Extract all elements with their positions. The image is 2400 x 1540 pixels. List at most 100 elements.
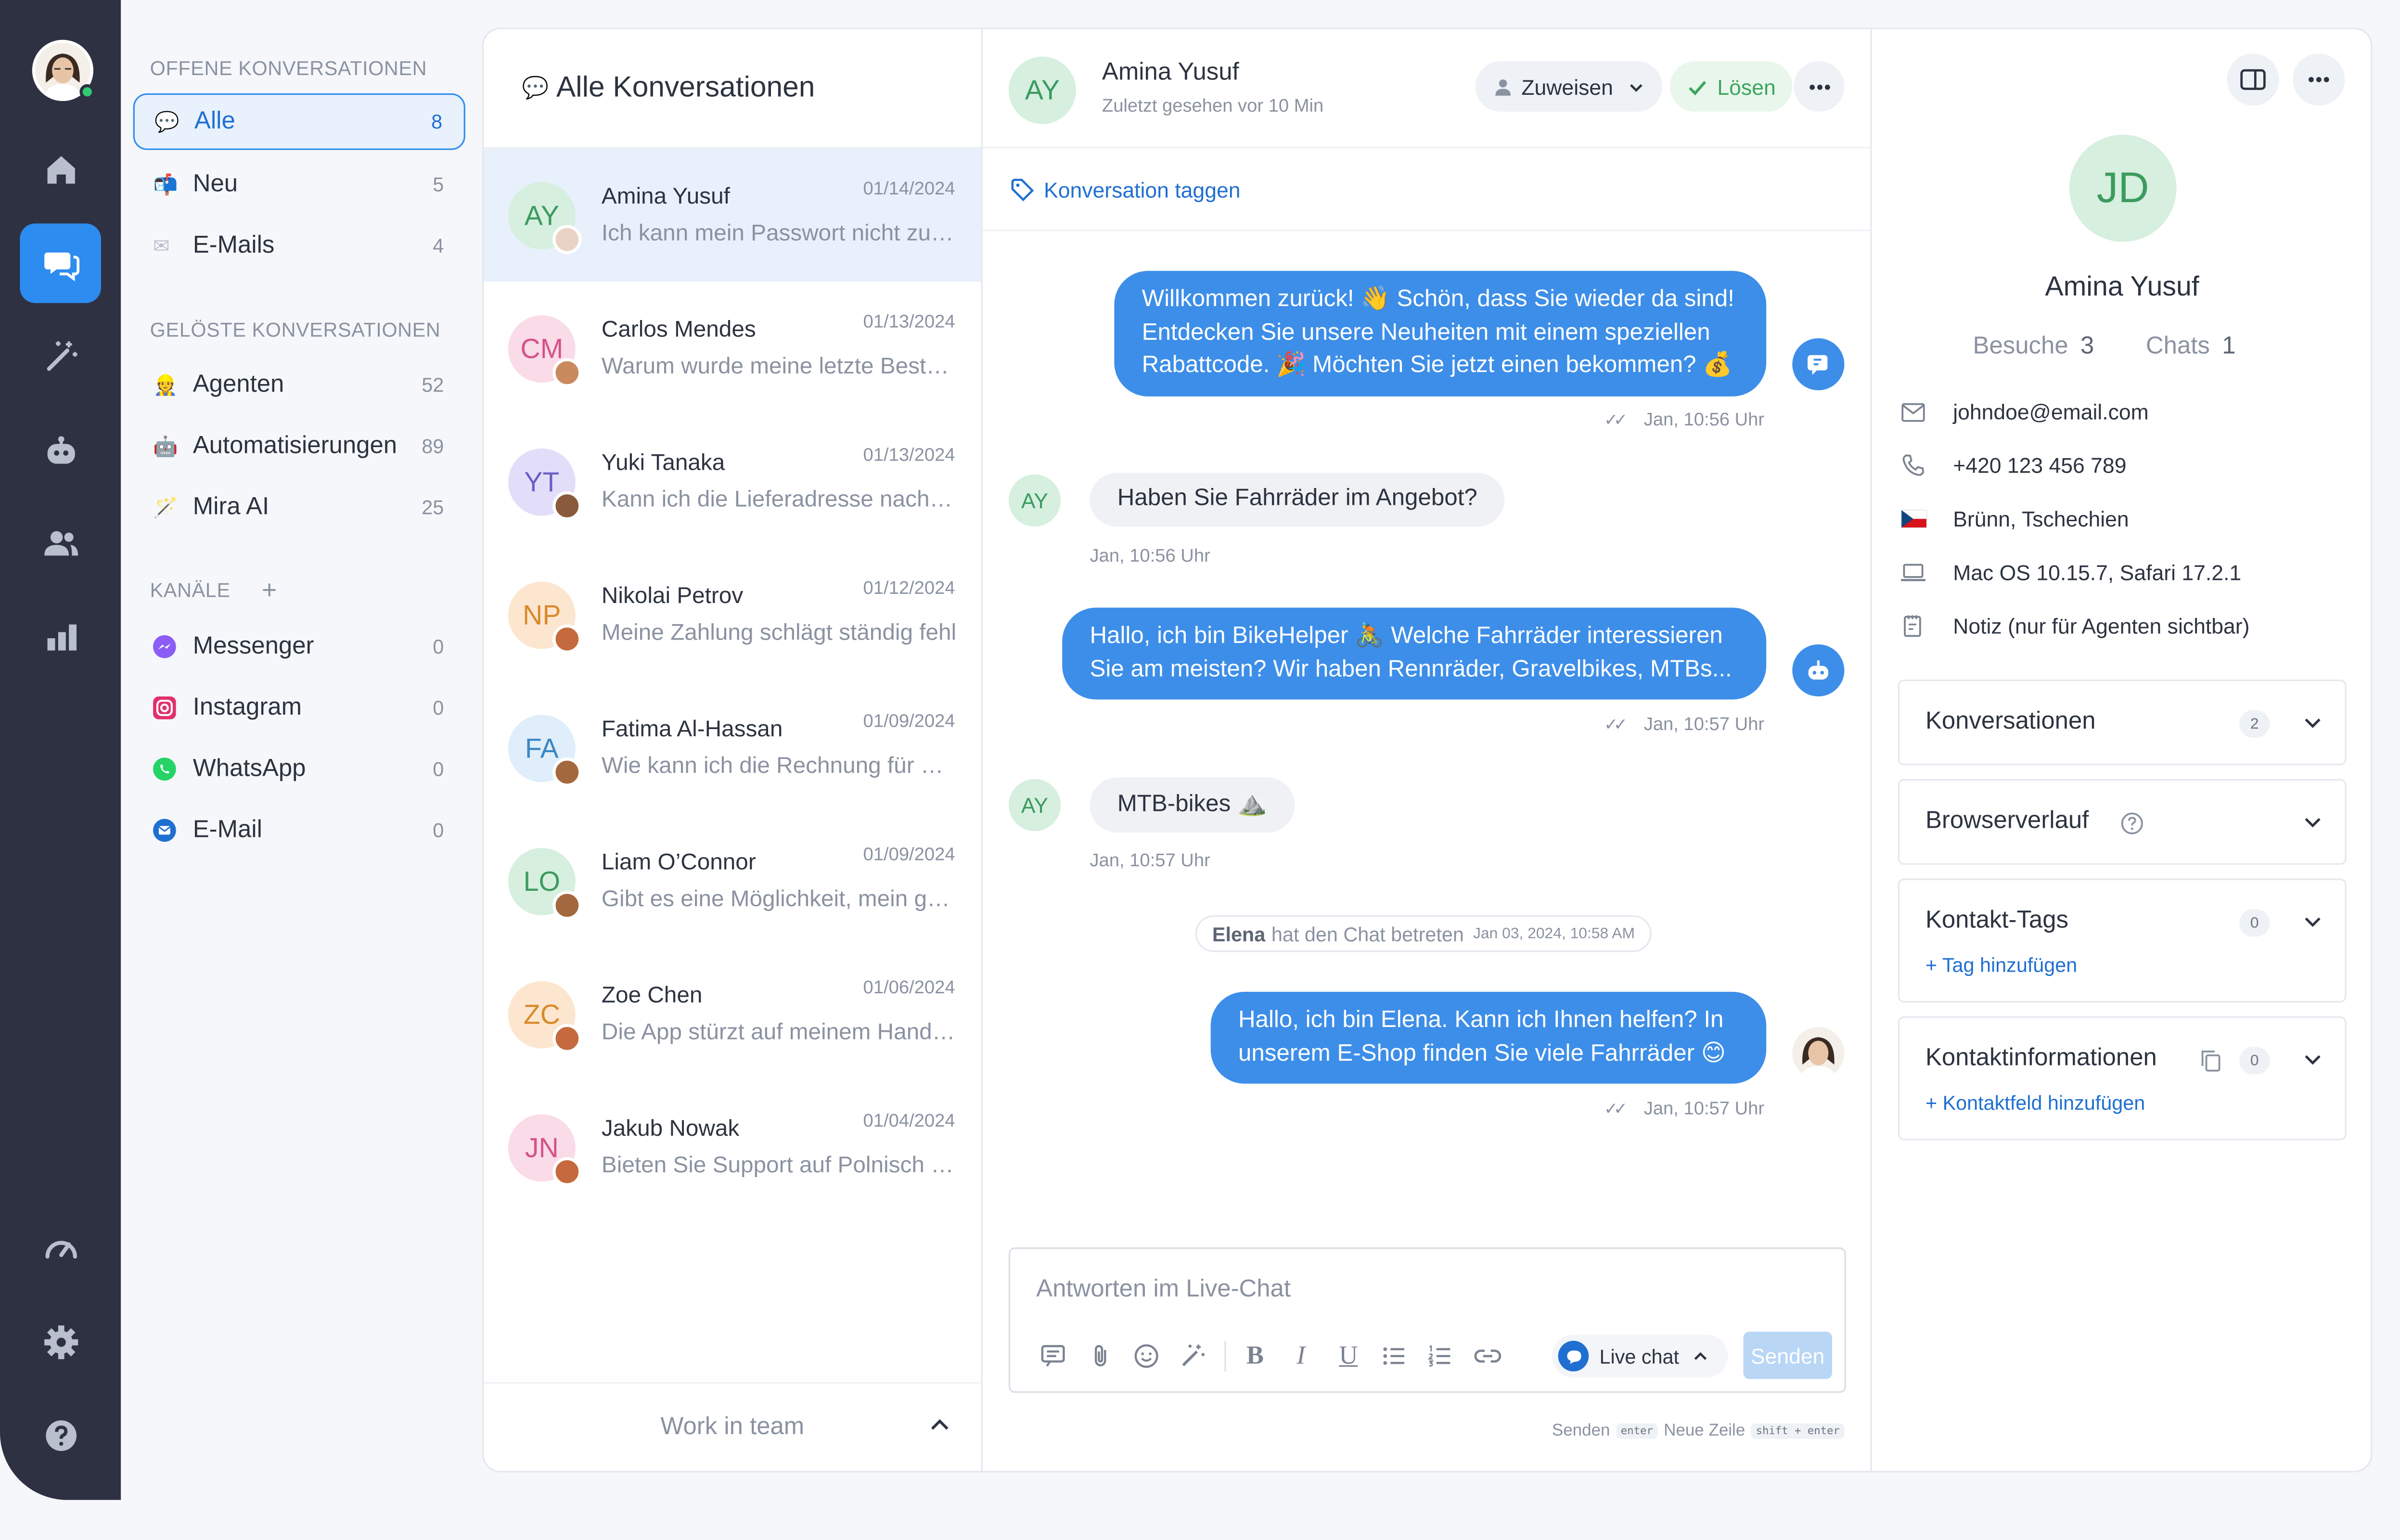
conversation-item[interactable]: JN Jakub Nowak 01/04/2024 Bieten Sie Suppor…: [484, 1080, 981, 1214]
channel-messenger[interactable]: Messenger 0: [133, 618, 465, 675]
system-text: hat den Chat betreten: [1271, 922, 1464, 945]
channel-count: 0: [433, 819, 444, 842]
card-title: Kontaktinformationen: [1925, 1045, 2157, 1072]
profile-email[interactable]: johndoe@email.com: [1898, 399, 2149, 424]
reply-input[interactable]: Antworten im Live-Chat: [1036, 1276, 1291, 1304]
profile-note[interactable]: Notiz (nur für Agenten sichtbar): [1898, 614, 2249, 638]
sidebar-layout-icon: [2240, 69, 2266, 90]
email-value: johndoe@email.com: [1953, 399, 2149, 424]
channel-instagram[interactable]: Instagram 0: [133, 680, 465, 736]
folder-emails[interactable]: ✉ E-Mails 4: [133, 218, 465, 274]
tag-conversation-link[interactable]: Konversation taggen: [982, 150, 1871, 231]
hint-newline-label: Neue Zeile: [1664, 1422, 1745, 1440]
conversation-preview: Kann ich die Lieferadresse nachträglich …: [601, 487, 957, 513]
folder-label: Agenten: [193, 371, 284, 398]
folder-label: Mira AI: [193, 493, 270, 520]
conversation-date: 01/04/2024: [863, 1109, 955, 1131]
instagram-icon: [153, 696, 180, 719]
canned-response-icon[interactable]: [1036, 1339, 1070, 1373]
copy-icon[interactable]: [2199, 1049, 2222, 1073]
card-contact-tags[interactable]: Kontakt-Tags 0 + Tag hinzufügen: [1898, 878, 2347, 1003]
italic-icon[interactable]: I: [1284, 1339, 1318, 1373]
folder-count: 52: [422, 373, 444, 397]
folder-count: 89: [422, 435, 444, 458]
assigned-agent-avatar: [552, 624, 582, 654]
bullet-list-icon[interactable]: [1377, 1339, 1411, 1373]
conversation-item[interactable]: NP Nikolai Petrov 01/12/2024 Meine Zahlung …: [484, 548, 981, 681]
attachment-icon[interactable]: [1084, 1339, 1117, 1373]
folder-count: 4: [433, 234, 444, 257]
add-channel-button[interactable]: +: [262, 576, 277, 606]
send-button[interactable]: Senden: [1743, 1331, 1832, 1379]
folder-new[interactable]: 📬 Neu 5: [133, 156, 465, 213]
conversation-name: Liam O’Connor: [601, 849, 756, 876]
chevron-down-icon: [2305, 718, 2321, 728]
conversation-date: 01/12/2024: [863, 577, 955, 599]
nav-help[interactable]: [20, 1396, 101, 1476]
message-time: Jan, 10:56 Uhr: [1090, 545, 1210, 566]
underline-icon[interactable]: U: [1332, 1339, 1365, 1373]
toggle-panel-button[interactable]: [2227, 53, 2279, 106]
nav-contacts[interactable]: [20, 503, 101, 583]
conversation-item[interactable]: FA Fatima Al-Hassan 01/09/2024 Wie kann ich…: [484, 681, 981, 814]
agent-avatar[interactable]: [32, 39, 95, 101]
assigned-agent-avatar: [552, 225, 582, 254]
nav-automation[interactable]: [20, 317, 101, 396]
conversation-name: Fatima Al-Hassan: [601, 716, 783, 743]
assign-button[interactable]: Zuweisen: [1475, 61, 1662, 112]
hint-send-key: enter: [1616, 1423, 1658, 1439]
robot-icon: [47, 436, 75, 464]
folder-agents[interactable]: 👷 Agenten 52: [133, 357, 465, 413]
device-value: Mac OS 10.15.7, Safari 17.2.1: [1953, 560, 2242, 585]
contact-avatar[interactable]: AY: [1008, 56, 1076, 124]
channel-email[interactable]: E-Mail 0: [133, 802, 465, 859]
card-contact-information[interactable]: Kontaktinformationen 0 + Kontaktfeld hin…: [1898, 1016, 2347, 1141]
nav-bots[interactable]: [20, 410, 101, 489]
conversation-preview: Warum wurde meine letzte Bestellung stor…: [601, 353, 957, 380]
folder-mira-ai[interactable]: 🪄 Mira AI 25: [133, 479, 465, 536]
bot-avatar: [1792, 644, 1845, 697]
speech-bubble-icon: 💬: [154, 109, 180, 133]
card-browser-history[interactable]: Browserverlauf: [1898, 779, 2347, 865]
conversation-item[interactable]: ZC Zoe Chen 01/06/2024 Die App stürzt auf m…: [484, 948, 981, 1081]
profile-more-button[interactable]: [2293, 53, 2345, 106]
add-tag-link[interactable]: + Tag hinzufügen: [1925, 953, 2077, 976]
message-bubble: Haben Sie Fahrräder im Angebot?: [1090, 473, 1505, 527]
profile-phone[interactable]: +420 123 456 789: [1898, 453, 2126, 477]
folder-automations[interactable]: 🤖 Automatisierungen 89: [133, 418, 465, 475]
folder-label: Neu: [193, 170, 238, 197]
help-circle-icon[interactable]: [2120, 811, 2144, 836]
conversation-item[interactable]: CM Carlos Mendes 01/13/2024 Warum wurde mei…: [484, 282, 981, 415]
channel-whatsapp[interactable]: WhatsApp 0: [133, 741, 465, 797]
conversation-preview: Meine Zahlung schlägt ständig fehl: [601, 620, 957, 646]
card-conversations[interactable]: Konversationen 2: [1898, 680, 2347, 766]
tag-icon: [1011, 179, 1034, 202]
messenger-icon: [153, 635, 180, 658]
nav-rail: [0, 0, 121, 1500]
nav-settings[interactable]: [20, 1303, 101, 1382]
nav-performance[interactable]: [20, 1209, 101, 1289]
conversation-item[interactable]: YT Yuki Tanaka 01/13/2024 Kann ich die Lief…: [484, 415, 981, 548]
folder-all[interactable]: 💬 Alle 8: [133, 93, 465, 150]
reply-composer[interactable]: Antworten im Live-Chat B I U Live chat S…: [1008, 1247, 1846, 1393]
conversation-list-header: 💬 Alle Konversationen: [484, 29, 981, 149]
last-seen: Zuletzt gesehen vor 10 Min: [1102, 95, 1324, 116]
work-in-team-toggle[interactable]: Work in team: [484, 1382, 981, 1471]
nav-home[interactable]: [20, 130, 101, 209]
nav-chats[interactable]: [20, 223, 101, 303]
conversation-item[interactable]: AY Amina Yusuf 01/14/2024 Ich kann mein Pas…: [484, 148, 981, 282]
help-icon: [45, 1420, 76, 1451]
ai-wand-icon[interactable]: [1176, 1339, 1209, 1373]
robot-icon: [1808, 660, 1828, 680]
chat-more-button[interactable]: [1794, 61, 1845, 112]
nav-reports[interactable]: [20, 597, 101, 676]
bold-icon[interactable]: B: [1238, 1339, 1272, 1373]
emoji-icon[interactable]: [1129, 1339, 1163, 1373]
numbered-list-icon[interactable]: [1424, 1339, 1457, 1373]
laptop-icon: [1898, 562, 1929, 583]
add-contact-field-link[interactable]: + Kontaktfeld hinzufügen: [1925, 1091, 2145, 1115]
resolve-button[interactable]: Lösen: [1669, 61, 1793, 112]
link-icon[interactable]: [1471, 1339, 1504, 1373]
conversation-item[interactable]: LO Liam O’Connor 01/09/2024 Gibt es eine Mö…: [484, 814, 981, 948]
channel-selector[interactable]: Live chat: [1552, 1335, 1728, 1378]
